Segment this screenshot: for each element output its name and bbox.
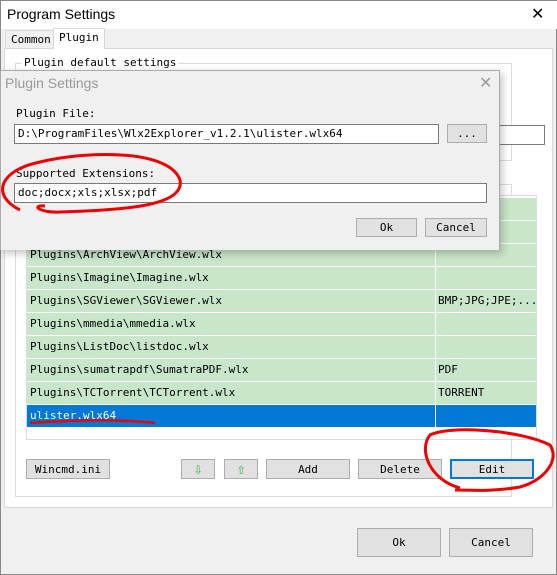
annotation-circle-edit — [424, 428, 555, 492]
annotation-underline-ulister — [29, 419, 156, 425]
red-annotations — [1, 153, 555, 492]
annotation-circle-extensions — [1, 153, 182, 214]
